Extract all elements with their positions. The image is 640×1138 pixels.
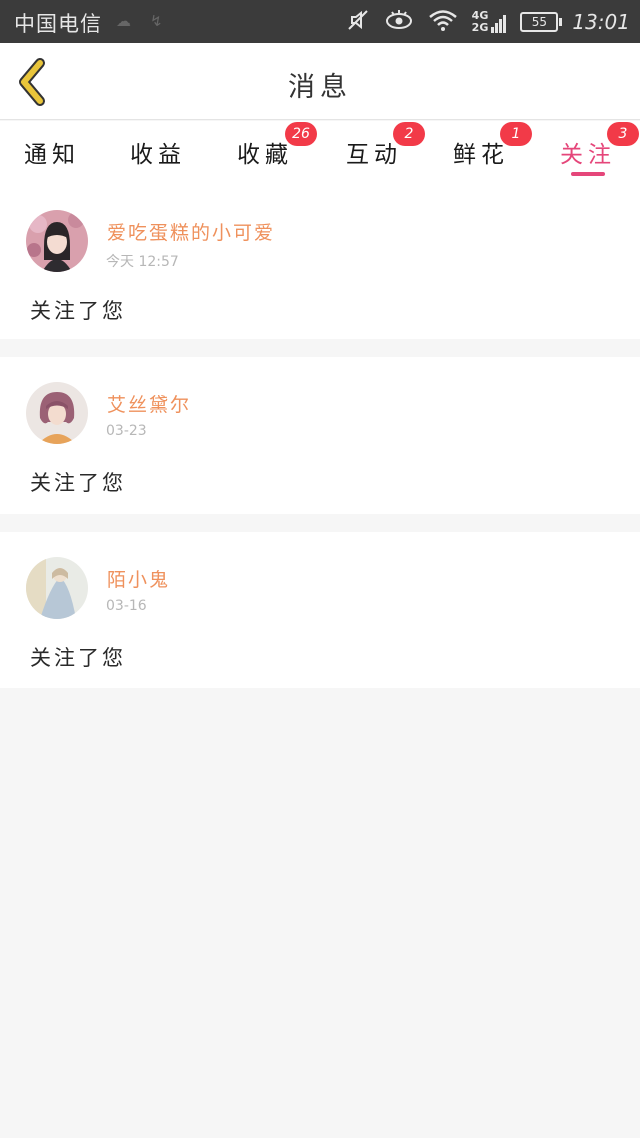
- tab-earnings[interactable]: 收益: [113, 131, 203, 185]
- tab-badge: 26: [285, 122, 317, 146]
- avatar[interactable]: [26, 382, 88, 444]
- timestamp: 03-23: [106, 423, 147, 439]
- tab-favorites[interactable]: 收藏 26: [220, 122, 317, 185]
- timestamp: 今天 12:57: [106, 254, 179, 270]
- tab-label: 关注: [560, 142, 616, 168]
- wifi-icon: [428, 8, 458, 36]
- header-bar: 消息: [0, 43, 640, 120]
- notification-message: 关注了您: [30, 299, 126, 323]
- battery-icon: 55: [520, 12, 563, 32]
- clock: 13:01: [572, 10, 630, 34]
- mute-icon: [346, 8, 370, 36]
- tab-following[interactable]: 关注 3: [543, 122, 639, 185]
- network-2g-label: 2G: [471, 21, 489, 34]
- username[interactable]: 陌小鬼: [107, 565, 170, 592]
- battery-level: 55: [531, 15, 547, 29]
- signal-icon: 4G 2G: [472, 10, 507, 34]
- tab-notice[interactable]: 通知: [7, 131, 97, 185]
- tab-badge: 3: [607, 122, 639, 146]
- notification-card[interactable]: 爱吃蛋糕的小可爱 今天 12:57 关注了您: [0, 185, 640, 339]
- tab-label: 收益: [130, 142, 186, 168]
- tab-badge: 2: [393, 122, 425, 146]
- tab-interaction[interactable]: 互动 2: [329, 122, 425, 185]
- active-tab-indicator: [571, 172, 605, 176]
- tab-label: 收藏: [237, 142, 293, 168]
- notification-card[interactable]: 艾丝黛尔 03-23 关注了您: [0, 357, 640, 514]
- status-bar: 中国电信 ☁ ↯ 4G 2G 55 13:01: [0, 0, 640, 43]
- notification-icon: ☁: [116, 12, 131, 30]
- page-title: 消息: [288, 72, 352, 103]
- timestamp: 03-16: [106, 598, 147, 614]
- notification-message: 关注了您: [30, 646, 126, 670]
- notification-card[interactable]: 陌小鬼 03-16 关注了您: [0, 532, 640, 688]
- carrier-label: 中国电信: [14, 12, 102, 36]
- avatar[interactable]: [26, 210, 88, 272]
- tab-label: 通知: [24, 142, 80, 168]
- tab-label: 鲜花: [453, 142, 509, 168]
- notification-message: 关注了您: [30, 471, 126, 495]
- tab-bar: 通知 收益 收藏 26 互动 2 鲜花 1 关注 3: [0, 121, 640, 185]
- eye-icon: [384, 9, 414, 35]
- tab-badge: 1: [500, 122, 532, 146]
- tab-flowers[interactable]: 鲜花 1: [436, 122, 532, 185]
- tab-label: 互动: [346, 142, 402, 168]
- username[interactable]: 爱吃蛋糕的小可爱: [107, 218, 275, 245]
- notification-icon: ↯: [150, 12, 163, 30]
- username[interactable]: 艾丝黛尔: [107, 390, 191, 417]
- avatar[interactable]: [26, 557, 88, 619]
